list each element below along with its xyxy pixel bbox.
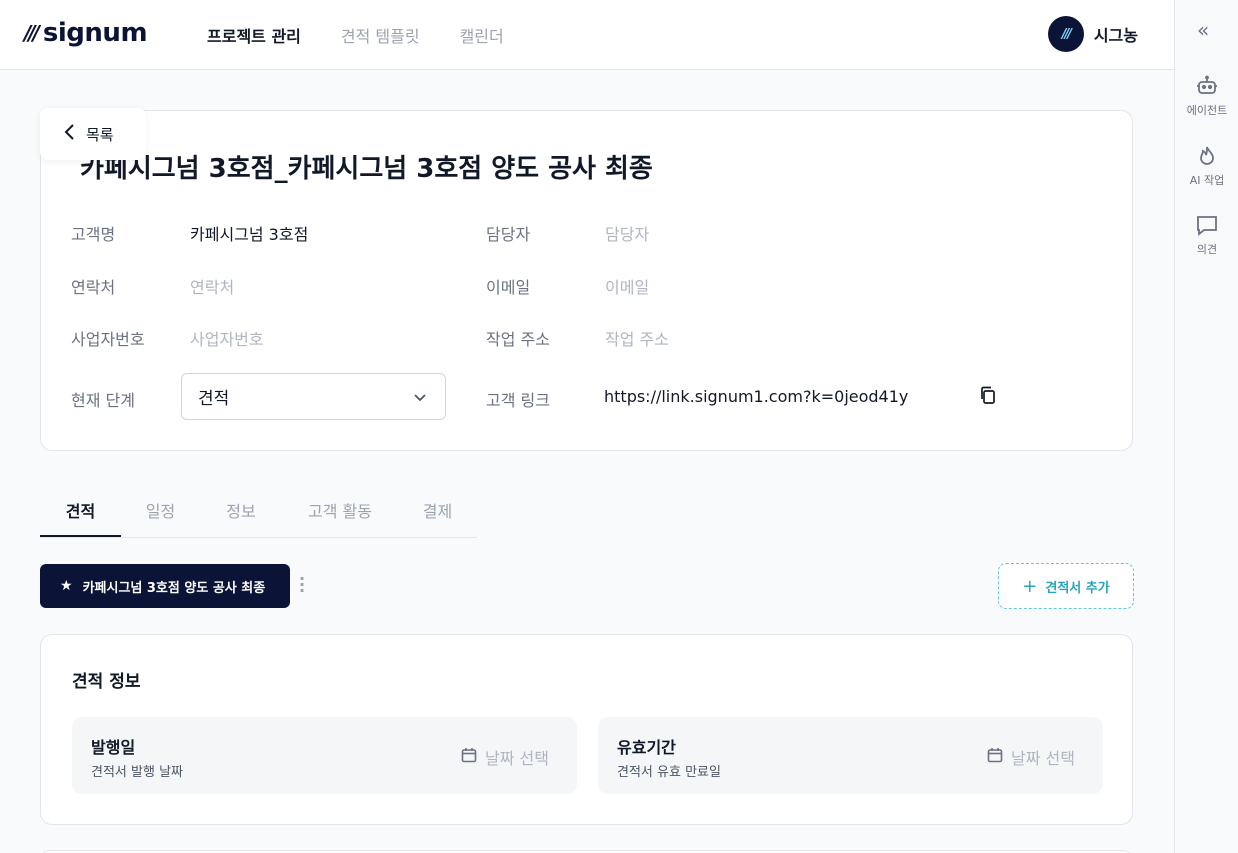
customer-link-label: 고객 링크 — [486, 391, 550, 410]
address-field[interactable]: 작업 주소 — [605, 326, 669, 350]
issue-date-picker[interactable]: 날짜 선택 — [461, 745, 549, 769]
tab-payment[interactable]: 결제 — [398, 488, 477, 537]
stage-value: 견적 — [198, 389, 230, 409]
bizno-label: 사업자번호 — [71, 330, 145, 349]
nav-item-quote-templates[interactable]: 견적 템플릿 — [341, 23, 420, 47]
rail-item-ai-task[interactable]: AI 작업 — [1175, 144, 1238, 188]
copy-icon[interactable] — [979, 386, 997, 404]
robot-icon — [1195, 74, 1219, 98]
more-vertical-icon[interactable]: · · · — [298, 571, 306, 599]
project-title: 카페시그넘 3호점_카페시그넘 3호점 양도 공사 최종 — [80, 154, 653, 184]
customer-link-value[interactable]: https://link.signum1.com?k=0jeod41y — [604, 387, 908, 406]
brand-logo[interactable]: /// signum — [24, 18, 148, 48]
customer-value[interactable]: 카페시그넘 3호점 — [190, 221, 308, 245]
user-menu[interactable]: /// 시그농 — [1047, 16, 1138, 52]
star-icon: ★ — [60, 578, 73, 594]
back-label: 목록 — [86, 125, 114, 144]
quote-info-card: 견적 정보 발행일 견적서 발행 날짜 날짜 선택 유효기간 견적서 유효 만료… — [40, 634, 1133, 825]
rail-item-comments[interactable]: 의견 — [1175, 213, 1238, 257]
manager-label: 담당자 — [486, 225, 531, 244]
tab-customer-activity[interactable]: 고객 활동 — [282, 488, 398, 537]
avatar: /// — [1047, 16, 1084, 52]
customer-label: 고객명 — [71, 225, 116, 244]
tab-info[interactable]: 정보 — [200, 488, 282, 537]
contact-field[interactable]: 연락처 — [190, 274, 234, 298]
add-quote-button[interactable]: + 견적서 추가 — [998, 563, 1134, 609]
user-name: 시그농 — [1093, 26, 1138, 45]
tab-quote[interactable]: 견적 — [40, 488, 121, 537]
logo-mark-icon: /// — [24, 21, 40, 45]
rail-item-agent[interactable]: 에이전트 — [1175, 74, 1238, 118]
email-label: 이메일 — [486, 278, 531, 297]
flame-icon — [1195, 144, 1219, 168]
chevrons-left-icon[interactable]: « — [1197, 18, 1209, 42]
chevron-left-icon — [64, 123, 76, 146]
calendar-icon — [461, 747, 477, 767]
main-content: 목록 카페시그넘 3호점_카페시그넘 3호점 양도 공사 최종 고객명 카페시그… — [0, 70, 1174, 853]
calendar-icon — [987, 747, 1003, 767]
rail-item-label: AI 작업 — [1189, 174, 1225, 187]
comment-icon — [1195, 213, 1219, 237]
email-field[interactable]: 이메일 — [605, 274, 649, 298]
plus-icon: + — [1022, 575, 1038, 597]
issue-date-box[interactable]: 발행일 견적서 발행 날짜 날짜 선택 — [72, 717, 577, 794]
project-tabs: 견적 일정 정보 고객 활동 결제 — [40, 488, 477, 538]
valid-date-sub: 견적서 유효 만료일 — [617, 765, 721, 780]
contact-label: 연락처 — [71, 278, 116, 297]
issue-date-title: 발행일 — [91, 738, 136, 757]
top-nav-bar: /// signum 프로젝트 관리 견적 템플릿 캘린더 /// 시그농 — [0, 0, 1174, 70]
rail-item-label: 에이전트 — [1186, 104, 1228, 117]
valid-date-title: 유효기간 — [617, 738, 676, 757]
stage-select[interactable]: 견적 — [181, 373, 446, 420]
quote-chip-label: 카페시그넘 3호점 양도 공사 최종 — [82, 580, 266, 596]
rail-item-label: 의견 — [1196, 243, 1218, 256]
add-quote-label: 견적서 추가 — [1045, 580, 1110, 596]
back-to-list-button[interactable]: 목록 — [40, 108, 146, 160]
stage-label: 현재 단계 — [71, 391, 135, 410]
bizno-field[interactable]: 사업자번호 — [190, 326, 264, 350]
right-rail: « 에이전트 AI 작업 의견 — [1174, 0, 1238, 853]
nav-item-calendar[interactable]: 캘린더 — [460, 23, 504, 47]
address-label: 작업 주소 — [486, 330, 550, 349]
quote-chip-button[interactable]: ★ 카페시그넘 3호점 양도 공사 최종 — [40, 564, 290, 608]
issue-date-sub: 견적서 발행 날짜 — [91, 765, 183, 780]
quote-info-title: 견적 정보 — [72, 672, 141, 692]
valid-date-box[interactable]: 유효기간 견적서 유효 만료일 날짜 선택 — [598, 717, 1103, 794]
chevron-down-icon — [413, 387, 427, 406]
valid-date-picker[interactable]: 날짜 선택 — [987, 745, 1075, 769]
manager-field[interactable]: 담당자 — [605, 221, 649, 245]
logo-text: signum — [42, 18, 148, 48]
nav-item-projects[interactable]: 프로젝트 관리 — [207, 23, 301, 47]
date-picker-placeholder: 날짜 선택 — [1011, 749, 1075, 768]
tab-schedule[interactable]: 일정 — [121, 488, 200, 537]
date-picker-placeholder: 날짜 선택 — [485, 749, 549, 768]
main-nav: 프로젝트 관리 견적 템플릿 캘린더 — [207, 23, 504, 47]
